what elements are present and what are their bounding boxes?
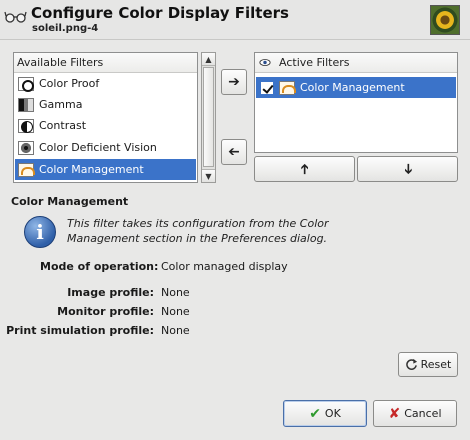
list-item-contrast[interactable]: Contrast bbox=[15, 115, 196, 136]
reset-button[interactable]: Reset bbox=[398, 352, 458, 377]
list-item-gamma[interactable]: Gamma bbox=[15, 94, 196, 115]
print-simulation-profile-label: Print simulation profile: bbox=[6, 324, 154, 337]
active-list-item-color-management[interactable]: Color Management bbox=[256, 77, 456, 98]
move-down-button[interactable]: ➔ bbox=[357, 156, 458, 182]
active-filters-header[interactable]: Active Filters bbox=[255, 53, 457, 73]
image-thumbnail bbox=[430, 5, 460, 35]
available-filters-header[interactable]: Available Filters bbox=[14, 53, 197, 73]
color-deficient-vision-icon bbox=[18, 140, 34, 155]
monitor-profile-value: None bbox=[161, 305, 190, 318]
color-management-icon bbox=[18, 162, 35, 177]
move-up-button[interactable]: ➔ bbox=[254, 156, 355, 182]
reset-icon bbox=[405, 358, 417, 370]
info-icon: i bbox=[24, 216, 56, 248]
monitor-profile-label: Monitor profile: bbox=[57, 305, 154, 318]
arrow-up-icon: ➔ bbox=[296, 163, 313, 175]
remove-filter-button[interactable]: ➔ bbox=[221, 139, 247, 165]
arrow-right-icon: ➔ bbox=[228, 74, 240, 90]
scrollbar-thumb[interactable] bbox=[203, 67, 214, 167]
add-filter-button[interactable]: ➔ bbox=[221, 69, 247, 95]
dialog-header: Configure Color Display Filters soleil.p… bbox=[0, 0, 470, 40]
visibility-checkbox[interactable] bbox=[261, 81, 273, 94]
dialog-title: Configure Color Display Filters bbox=[31, 4, 289, 22]
color-proof-icon bbox=[18, 76, 34, 92]
cancel-x-icon: ✘ bbox=[388, 405, 401, 422]
list-item-color-proof[interactable]: Color Proof bbox=[15, 73, 196, 94]
arrow-left-icon: ➔ bbox=[228, 144, 240, 160]
filter-info-text: This filter takes its configuration from… bbox=[67, 217, 329, 245]
image-profile-label: Image profile: bbox=[67, 286, 154, 299]
contrast-icon bbox=[18, 118, 34, 133]
cancel-button[interactable]: ✘ Cancel bbox=[373, 400, 457, 427]
mode-of-operation-label: Mode of operation: bbox=[40, 260, 159, 273]
glasses-icon bbox=[4, 11, 27, 23]
list-item-color-management[interactable]: Color Management bbox=[15, 159, 196, 180]
image-profile-value: None bbox=[161, 286, 190, 299]
list-item-color-deficient-vision[interactable]: Color Deficient Vision bbox=[15, 137, 196, 158]
ok-button[interactable]: ✔ OK bbox=[283, 400, 367, 427]
scroll-down-arrow-icon[interactable]: ▼ bbox=[202, 169, 215, 182]
check-icon: ✔ bbox=[309, 405, 321, 422]
color-management-icon bbox=[279, 80, 296, 95]
print-simulation-profile-value: None bbox=[161, 324, 190, 337]
arrow-down-icon: ➔ bbox=[399, 163, 416, 175]
mode-of-operation-value: Color managed display bbox=[161, 260, 288, 273]
image-name: soleil.png-4 bbox=[32, 23, 99, 34]
scroll-up-arrow-icon[interactable]: ▲ bbox=[202, 53, 215, 66]
active-filters-list[interactable]: Active Filters Color Management bbox=[254, 52, 458, 153]
eye-icon bbox=[259, 59, 271, 66]
available-filters-list[interactable]: Available Filters Color Proof Gamma Cont… bbox=[13, 52, 198, 183]
available-filters-scrollbar[interactable]: ▲ ▼ bbox=[201, 52, 216, 183]
filter-details-title: Color Management bbox=[11, 195, 129, 208]
gamma-icon bbox=[18, 97, 34, 112]
